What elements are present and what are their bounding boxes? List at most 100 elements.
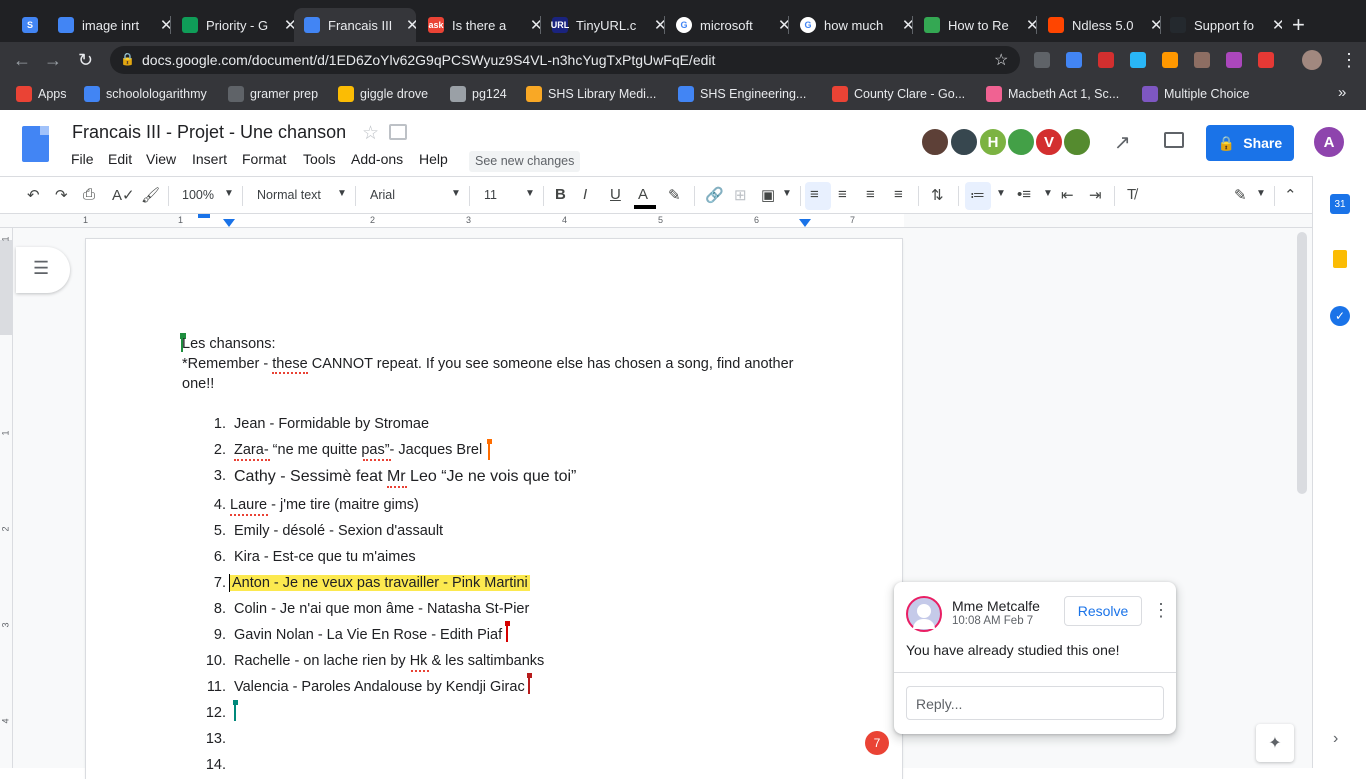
document-page[interactable]: Les chansons: *Remember - these CANNOT r… xyxy=(86,239,902,779)
justify-icon[interactable]: ≡ xyxy=(894,186,903,203)
reply-field[interactable]: Reply... xyxy=(906,686,1164,720)
line-spacing-icon[interactable]: ⇅ xyxy=(931,186,944,204)
bulleted-list-dropdown-icon[interactable]: ▼ xyxy=(1043,188,1053,199)
collaborator-avatar[interactable]: V xyxy=(1034,127,1064,157)
browser-tab[interactable]: Ndless 5.0 ✕ xyxy=(1038,8,1160,42)
move-to-folder-icon[interactable] xyxy=(389,124,407,140)
image-dropdown-icon[interactable]: ▼ xyxy=(782,188,792,199)
collaborator-avatar[interactable] xyxy=(1006,127,1036,157)
menu-edit[interactable]: Edit xyxy=(108,151,132,167)
forward-icon[interactable]: → xyxy=(44,50,62,71)
style-dropdown-icon[interactable]: ▼ xyxy=(337,188,347,199)
collaborator-avatar[interactable] xyxy=(1062,127,1092,157)
spellcheck-icon[interactable]: A✓ xyxy=(112,186,135,204)
browser-tab[interactable]: image inrt ✕ xyxy=(48,8,170,42)
browser-tab[interactable]: S xyxy=(12,8,44,42)
increase-indent-icon[interactable]: ⇥ xyxy=(1089,186,1102,204)
profile-avatar[interactable] xyxy=(1302,50,1322,70)
menu-view[interactable]: View xyxy=(146,151,176,167)
bookmark-star-icon[interactable]: ☆ xyxy=(994,50,1008,70)
extension-icon[interactable] xyxy=(1130,52,1146,68)
bookmark-item[interactable]: gramer prep xyxy=(228,86,318,102)
align-center-icon[interactable]: ≡ xyxy=(838,186,847,203)
close-tab-icon[interactable]: ✕ xyxy=(1150,16,1160,34)
decrease-indent-icon[interactable]: ⇤ xyxy=(1061,186,1074,204)
menu-tools[interactable]: Tools xyxy=(303,151,336,167)
reload-icon[interactable]: ↻ xyxy=(78,50,93,71)
comment-count-badge[interactable]: 7 xyxy=(865,731,889,755)
font-dropdown-icon[interactable]: ▼ xyxy=(451,188,461,199)
star-icon[interactable]: ☆ xyxy=(362,122,379,145)
add-comment-icon[interactable]: ⊞ xyxy=(734,186,747,204)
close-tab-icon[interactable]: ✕ xyxy=(284,16,294,34)
menu-add-ons[interactable]: Add-ons xyxy=(351,151,403,167)
explore-button[interactable]: ✦ xyxy=(1256,724,1294,762)
extension-icon[interactable] xyxy=(1194,52,1210,68)
spelling-underline[interactable] xyxy=(411,670,429,672)
expand-panel-icon[interactable]: › xyxy=(1333,730,1338,748)
numbered-list-icon[interactable]: ≔ xyxy=(970,186,985,204)
bookmark-item[interactable]: Apps xyxy=(16,86,67,102)
bookmark-item[interactable]: pg124 xyxy=(450,86,507,102)
collaborator-avatar[interactable] xyxy=(920,127,950,157)
highlight-color-icon[interactable]: ✎ xyxy=(668,186,681,204)
new-tab-button[interactable]: + xyxy=(1292,12,1305,38)
first-line-indent-marker[interactable] xyxy=(198,214,210,218)
browser-tab[interactable]: Support fo ✕ xyxy=(1160,8,1282,42)
browser-tab[interactable]: Priority - G ✕ xyxy=(172,8,294,42)
clear-formatting-icon[interactable]: T̸ xyxy=(1127,186,1136,203)
abp-extension-icon[interactable] xyxy=(1098,52,1114,68)
more-options-icon[interactable]: ⋮ xyxy=(1152,600,1170,621)
calendar-icon[interactable]: 31 xyxy=(1330,194,1350,214)
spelling-underline[interactable] xyxy=(363,459,391,461)
print-icon[interactable]: ⎙ xyxy=(83,186,95,203)
browser-tab[interactable]: URL TinyURL.c ✕ xyxy=(542,8,664,42)
menu-help[interactable]: Help xyxy=(419,151,448,167)
back-icon[interactable]: ← xyxy=(13,50,31,71)
insert-link-icon[interactable]: 🔗 xyxy=(705,186,724,204)
tasks-icon[interactable]: ✓ xyxy=(1330,306,1350,326)
menu-insert[interactable]: Insert xyxy=(192,151,227,167)
browser-menu-icon[interactable]: ⋮ xyxy=(1340,50,1358,71)
bookmark-item[interactable]: giggle drove xyxy=(338,86,428,102)
zoom-dropdown-icon[interactable]: ▼ xyxy=(224,188,234,199)
paragraph-style-select[interactable]: Normal text xyxy=(257,188,321,202)
zoom-select[interactable]: 100% xyxy=(182,188,214,202)
bookmark-item[interactable]: Multiple Choice xyxy=(1142,86,1249,102)
bookmarks-more-icon[interactable]: » xyxy=(1338,84,1346,101)
extension-icon[interactable] xyxy=(1162,52,1178,68)
document-title[interactable]: Francais III - Projet - Une chanson xyxy=(72,122,346,143)
close-tab-icon[interactable]: ✕ xyxy=(1026,16,1036,34)
browser-tab[interactable]: Ghow much ✕ xyxy=(790,8,912,42)
bookmark-item[interactable]: Macbeth Act 1, Sc... xyxy=(986,86,1119,102)
font-size-select[interactable]: 11 xyxy=(484,188,497,202)
keep-icon[interactable] xyxy=(1333,250,1347,268)
menu-format[interactable]: Format xyxy=(242,151,286,167)
text-color-icon[interactable]: A xyxy=(638,186,648,203)
underline-icon[interactable]: U xyxy=(610,186,621,203)
collaborator-avatar[interactable] xyxy=(949,127,979,157)
browser-tab[interactable]: Gmicrosoft ✕ xyxy=(666,8,788,42)
numbered-list-dropdown-icon[interactable]: ▼ xyxy=(996,188,1006,199)
italic-icon[interactable]: I xyxy=(583,186,587,203)
extension-icon[interactable] xyxy=(1258,52,1274,68)
font-size-dropdown-icon[interactable]: ▼ xyxy=(525,188,535,199)
account-avatar[interactable]: A xyxy=(1312,125,1346,159)
address-bar[interactable]: 🔒 docs.google.com/document/d/1ED6ZoYlv62… xyxy=(110,46,1020,74)
activity-dashboard-icon[interactable]: ↗ xyxy=(1114,130,1131,155)
editing-mode-dropdown-icon[interactable]: ▼ xyxy=(1256,188,1266,199)
crx-extension-icon[interactable] xyxy=(1034,52,1050,68)
resolve-button[interactable]: Resolve xyxy=(1064,596,1142,626)
spelling-underline[interactable] xyxy=(387,486,407,488)
google-docs-logo-icon[interactable] xyxy=(22,126,49,162)
share-button[interactable]: 🔒 Share xyxy=(1206,125,1294,161)
browser-tab[interactable]: ask Is there a ✕ xyxy=(418,8,540,42)
close-tab-icon[interactable]: ✕ xyxy=(654,16,664,34)
browser-tab[interactable]: Francais III ✕ xyxy=(294,8,416,42)
close-tab-icon[interactable]: ✕ xyxy=(1272,16,1282,34)
font-select[interactable]: Arial xyxy=(370,188,395,202)
left-indent-marker[interactable] xyxy=(223,219,235,227)
bold-icon[interactable]: B xyxy=(555,186,566,203)
see-new-changes-button[interactable]: See new changes xyxy=(469,151,581,172)
align-right-icon[interactable]: ≡ xyxy=(866,186,875,203)
